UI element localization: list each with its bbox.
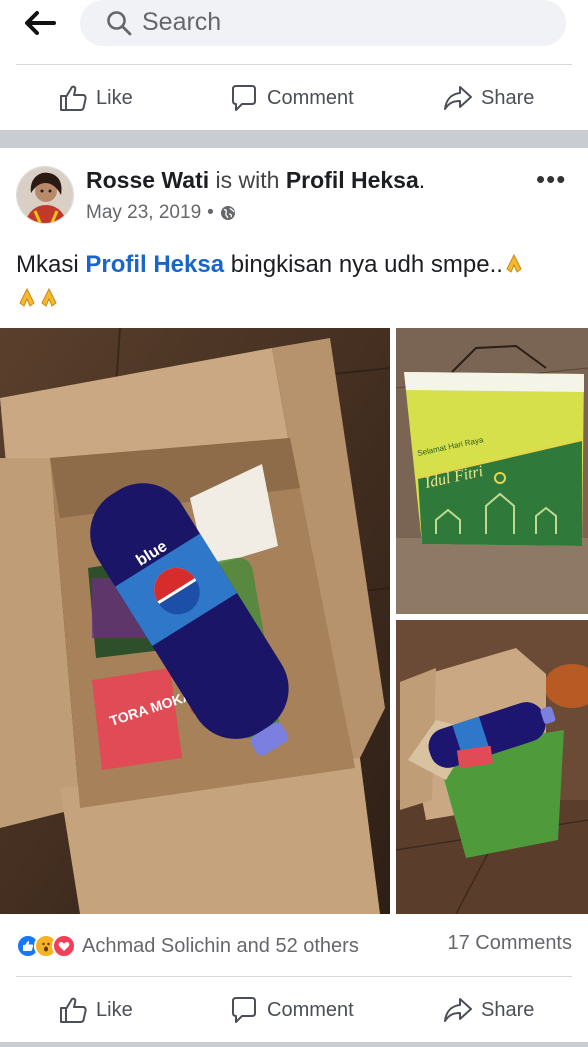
period: . [418,167,426,193]
comment-icon [232,85,256,111]
folded-hands-icon [506,253,522,273]
photo-bag-image: Selamat Hari Raya Idul Fitri [396,328,588,614]
photo-box-image: TORA MOKA blue [0,328,390,914]
like-icon [60,85,87,111]
comments-count[interactable]: 17 Comments [448,932,573,955]
comment-button[interactable]: Comment [229,66,354,130]
top-bar: Search [0,0,588,58]
avatar[interactable] [16,166,74,224]
post-actions: Like Comment Share [0,978,588,1042]
divider [16,64,572,65]
divider [16,976,572,977]
photo-box-2-image [396,620,588,914]
feed-separator [0,130,588,148]
folded-hands-icon [19,287,35,307]
comment-button[interactable]: Comment [229,978,354,1042]
feed-separator [0,1042,588,1047]
previous-post-actions: Like Comment Share [0,66,588,130]
like-button[interactable]: Like [58,66,133,130]
like-icon [60,997,87,1023]
post-photo-box-2[interactable] [396,620,588,914]
comment-label: Comment [267,86,354,109]
post-date[interactable]: May 23, 2019 [86,202,201,224]
post-text-tag[interactable]: Profil Heksa [85,251,224,278]
folded-hands-icon [41,287,57,307]
love-reaction-icon [52,934,76,958]
search-icon [107,11,132,36]
post-meta: May 23, 2019 • [86,202,236,224]
share-icon [444,998,472,1022]
post-text-after: bingkisan nya udh smpe.. [224,251,503,278]
post-photo-bag[interactable]: Selamat Hari Raya Idul Fitri [396,328,588,614]
comment-icon [232,997,256,1023]
search-placeholder: Search [142,8,222,36]
share-label: Share [481,998,535,1021]
post-text: Mkasi Profil Heksa bingkisan nya udh smp… [16,248,576,316]
globe-icon [220,206,235,220]
meta-separator: • [207,202,214,223]
post-text-before: Mkasi [16,251,86,278]
share-button[interactable]: Share [443,66,534,130]
reactions-summary[interactable]: Achmad Solichin and 52 others [16,930,359,962]
reactions-text: Achmad Solichin and 52 others [82,934,359,957]
like-button[interactable]: Like [58,978,133,1042]
avatar-image [17,167,73,223]
with-text: is with [215,167,280,193]
tagged-name[interactable]: Profil Heksa [286,167,419,193]
post-photo-box[interactable]: TORA MOKA blue [0,328,390,914]
like-label: Like [96,86,133,109]
more-options-icon[interactable]: ••• [536,164,566,195]
share-label: Share [481,86,535,109]
comment-label: Comment [267,998,354,1021]
post-author-line: Rosse Wati is with Profil Heksa. [86,167,425,194]
author-name[interactable]: Rosse Wati [86,167,209,193]
share-icon [444,86,472,110]
reaction-icons [16,934,76,958]
back-arrow-icon[interactable] [22,8,56,38]
like-label: Like [96,998,133,1021]
share-button[interactable]: Share [443,978,534,1042]
search-input[interactable]: Search [80,0,566,46]
